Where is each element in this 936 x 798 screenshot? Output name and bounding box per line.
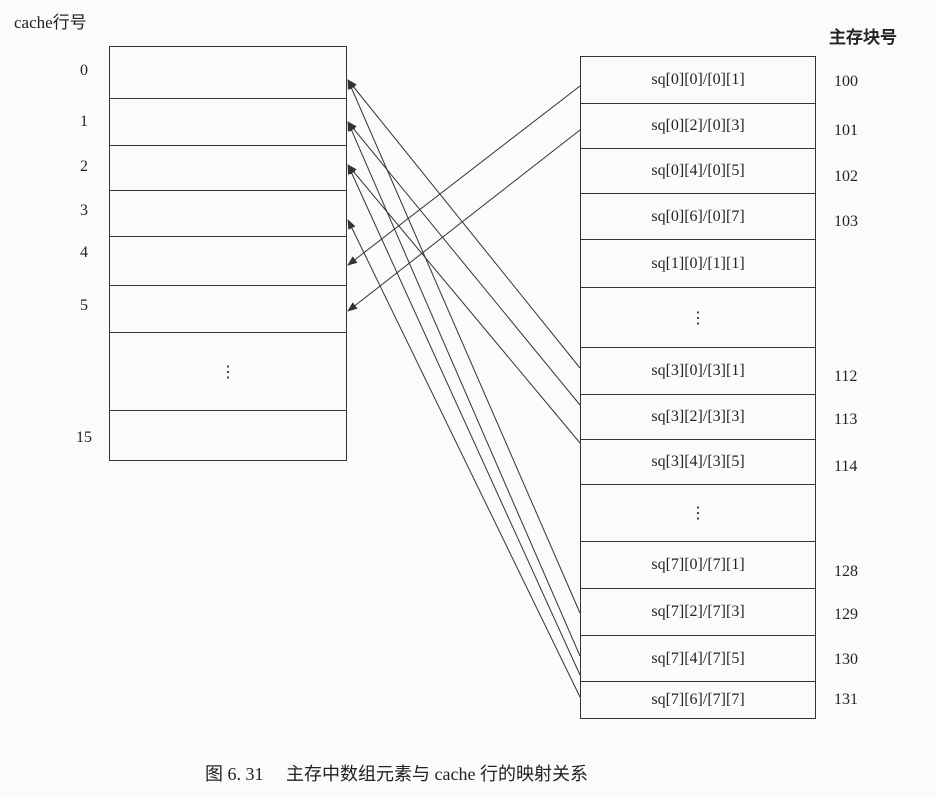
arrow-101-to-5 [347,129,581,312]
arrow-100-to-4 [347,85,581,266]
arrow-114-to-2 [347,164,581,444]
arrow-113-to-1 [347,121,581,406]
figure-caption: 图 6. 31 主存中数组元素与 cache 行的映射关系 [205,764,588,784]
mapping-arrows [347,79,581,698]
arrow-112-to-0 [347,79,581,369]
arrow-128-to-0 [347,79,581,614]
arrow-130-to-2 [347,164,581,676]
arrow-129-to-1 [347,121,581,657]
arrow-131-to-3 [347,219,581,698]
